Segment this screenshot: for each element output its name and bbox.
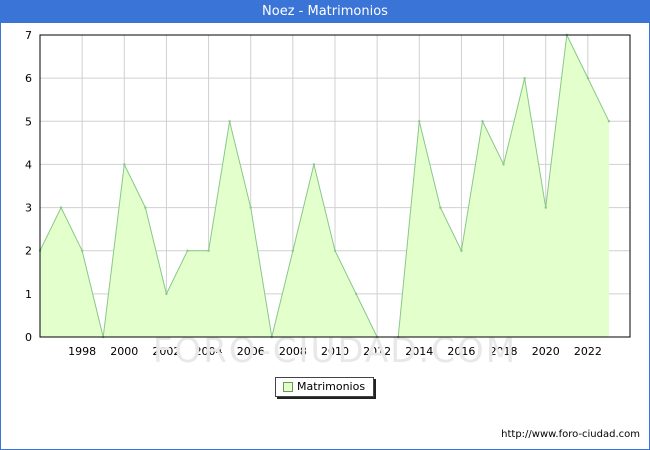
data-point <box>354 292 358 296</box>
x-tick-label: 1998 <box>68 345 96 358</box>
legend-swatch <box>283 382 293 392</box>
y-tick-label: 4 <box>25 158 32 171</box>
data-point <box>165 292 168 296</box>
y-tick-label: 1 <box>25 288 32 301</box>
data-point <box>418 120 421 123</box>
x-tick-label: 2020 <box>532 345 560 358</box>
data-point <box>544 206 547 209</box>
y-tick-label: 0 <box>25 331 32 344</box>
y-tick-label: 5 <box>25 115 32 128</box>
data-point <box>523 76 526 80</box>
data-point <box>481 120 484 123</box>
legend-label: Matrimonios <box>297 380 366 393</box>
data-point <box>439 206 442 209</box>
data-point <box>333 249 337 252</box>
data-point <box>607 120 611 123</box>
data-point <box>59 206 63 209</box>
data-point <box>249 206 252 209</box>
y-tick-label: 7 <box>25 29 32 42</box>
x-tick-label: 2022 <box>574 345 602 358</box>
y-tick-label: 2 <box>25 245 32 258</box>
data-point <box>228 120 231 123</box>
data-point <box>207 249 210 252</box>
legend: Matrimonios <box>275 377 374 397</box>
y-tick-label: 6 <box>25 72 32 85</box>
data-point <box>186 249 189 252</box>
data-point <box>460 249 463 252</box>
data-point <box>312 163 316 166</box>
data-point <box>144 206 147 209</box>
source-url: http://www.foro-ciudad.com <box>501 429 640 440</box>
data-point <box>586 76 590 80</box>
x-tick-label: 2000 <box>110 345 138 358</box>
data-point <box>291 249 295 252</box>
y-tick-label: 3 <box>25 202 32 215</box>
data-point <box>80 249 84 252</box>
data-point <box>123 163 126 166</box>
data-point <box>502 163 505 166</box>
